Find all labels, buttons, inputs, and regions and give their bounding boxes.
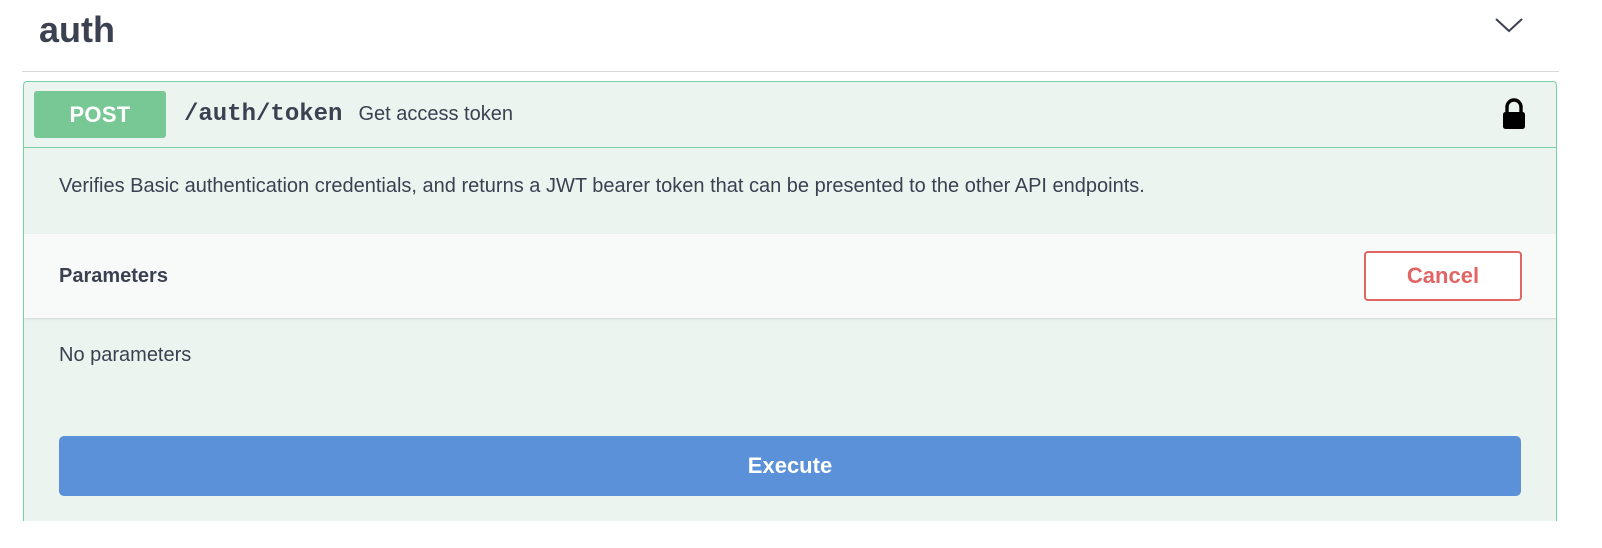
method-badge: POST: [34, 91, 166, 138]
operation-block: POST /auth/token Get access token Verifi…: [23, 81, 1557, 521]
cancel-button[interactable]: Cancel: [1364, 251, 1522, 301]
tag-section-auth: auth POST /auth/token Get access token V…: [22, 0, 1559, 521]
tag-title: auth: [39, 8, 115, 50]
parameters-title: Parameters: [59, 264, 168, 287]
execute-button[interactable]: Execute: [59, 436, 1521, 496]
endpoint-path: /auth/token: [184, 101, 343, 128]
operation-summary[interactable]: POST /auth/token Get access token: [24, 82, 1556, 148]
tag-header[interactable]: auth: [22, 0, 1559, 72]
chevron-down-icon[interactable]: [1489, 5, 1529, 45]
endpoint-summary: Get access token: [358, 103, 513, 125]
no-parameters-text: No parameters: [59, 344, 192, 366]
operation-description: Verifies Basic authentication credential…: [59, 174, 1145, 197]
parameters-header: Parameters Cancel: [24, 234, 1556, 318]
lock-icon[interactable]: [1500, 98, 1528, 130]
